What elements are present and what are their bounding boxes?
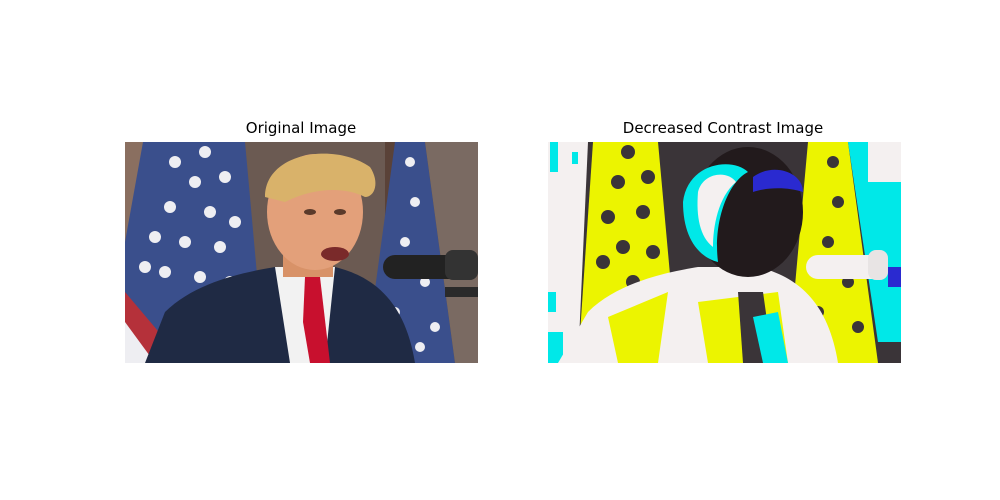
altered-image bbox=[548, 142, 901, 363]
figure: Original Image Decreased Contrast Image bbox=[0, 0, 1000, 500]
original-image-title: Original Image bbox=[245, 119, 357, 137]
altered-image-title: Decreased Contrast Image bbox=[622, 119, 824, 137]
original-image bbox=[125, 142, 478, 363]
